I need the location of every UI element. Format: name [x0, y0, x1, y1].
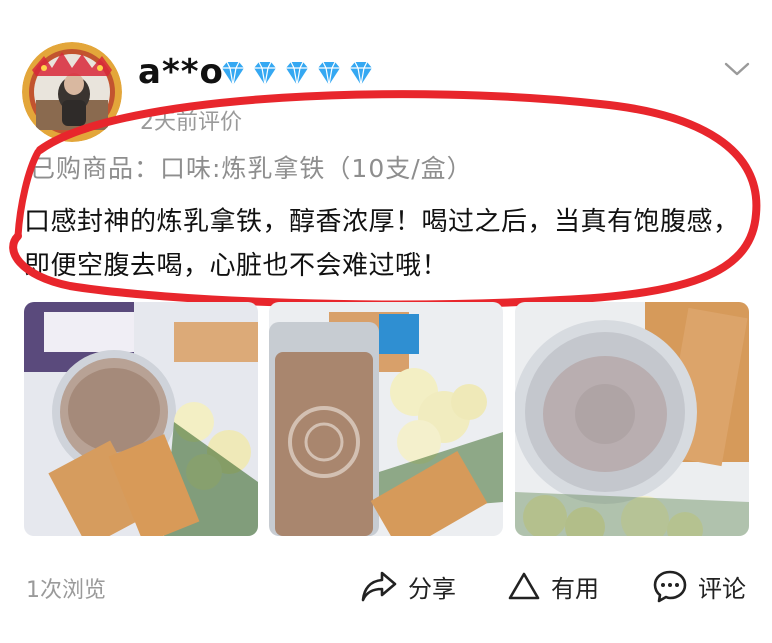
- review-text: 口感封神的炼乳拿铁，醇香浓厚！喝过之后，当真有饱腹感，即便空腹去喝，心脏也不会难…: [24, 207, 740, 281]
- diamond-icon: [350, 61, 372, 86]
- diamond-icon: [254, 61, 276, 86]
- review-photo[interactable]: [515, 302, 749, 536]
- comment-button[interactable]: 评论: [652, 566, 746, 606]
- chevron-down-icon[interactable]: [722, 56, 752, 82]
- level-badges: [218, 58, 376, 88]
- username[interactable]: a**o: [138, 52, 224, 92]
- useful-label: 有用: [551, 574, 599, 603]
- useful-button[interactable]: 有用: [507, 566, 599, 606]
- diamond-icon: [286, 61, 308, 86]
- diamond-icon: [222, 61, 244, 86]
- share-icon: [361, 571, 397, 602]
- triangle-icon: [508, 572, 540, 600]
- review-photo[interactable]: [24, 302, 258, 536]
- share-button[interactable]: 分享: [360, 566, 456, 606]
- view-count: 1次浏览: [26, 578, 106, 603]
- review-time: 2天前评价: [140, 110, 242, 135]
- diamond-icon: [318, 61, 340, 86]
- comment-label: 评论: [698, 574, 746, 603]
- share-label: 分享: [408, 574, 456, 603]
- comment-icon: [653, 570, 687, 603]
- review-photo[interactable]: [269, 302, 503, 536]
- purchased-product: 已购商品：口味:炼乳拿铁（10支/盒）: [30, 154, 473, 183]
- avatar[interactable]: [22, 42, 122, 142]
